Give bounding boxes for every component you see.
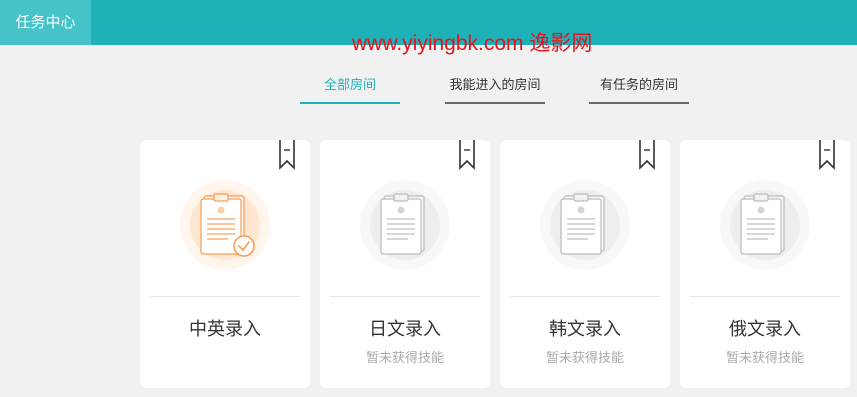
room-status: 暂未获得技能 <box>545 351 624 366</box>
room-status: 暂未获得技能 <box>725 351 804 366</box>
room-card-korean[interactable]: 韩文录入 暂未获得技能 <box>500 140 670 388</box>
card-divider <box>510 296 660 297</box>
card-divider <box>690 296 840 297</box>
room-name: 中英录入 <box>189 319 261 340</box>
room-name: 日文录入 <box>369 319 441 340</box>
bookmark-icon[interactable] <box>639 140 655 170</box>
tab-accessible-rooms[interactable]: 我能进入的房间 <box>445 70 545 104</box>
tab-rooms-with-tasks[interactable]: 有任务的房间 <box>589 70 689 104</box>
room-card-japanese[interactable]: 日文录入 暂未获得技能 <box>320 140 490 388</box>
room-status: 暂未获得技能 <box>365 351 444 366</box>
watermark-text: www.yiyingbk.com 逸影网 <box>352 32 593 55</box>
card-divider <box>330 296 480 297</box>
clipboard-icon <box>540 180 630 270</box>
page-title[interactable]: 任务中心 <box>0 0 91 45</box>
room-card-russian[interactable]: 俄文录入 暂未获得技能 <box>680 140 850 388</box>
tab-all-rooms[interactable]: 全部房间 <box>300 70 400 104</box>
clipboard-icon <box>360 180 450 270</box>
room-name: 俄文录入 <box>729 319 801 340</box>
room-name: 韩文录入 <box>549 319 621 340</box>
bookmark-icon[interactable] <box>279 140 295 170</box>
bookmark-icon[interactable] <box>459 140 475 170</box>
clipboard-check-icon <box>180 180 270 270</box>
room-card-chinese-english[interactable]: 中英录入 <box>140 140 310 388</box>
bookmark-icon[interactable] <box>819 140 835 170</box>
card-divider <box>150 296 300 297</box>
clipboard-icon <box>720 180 810 270</box>
